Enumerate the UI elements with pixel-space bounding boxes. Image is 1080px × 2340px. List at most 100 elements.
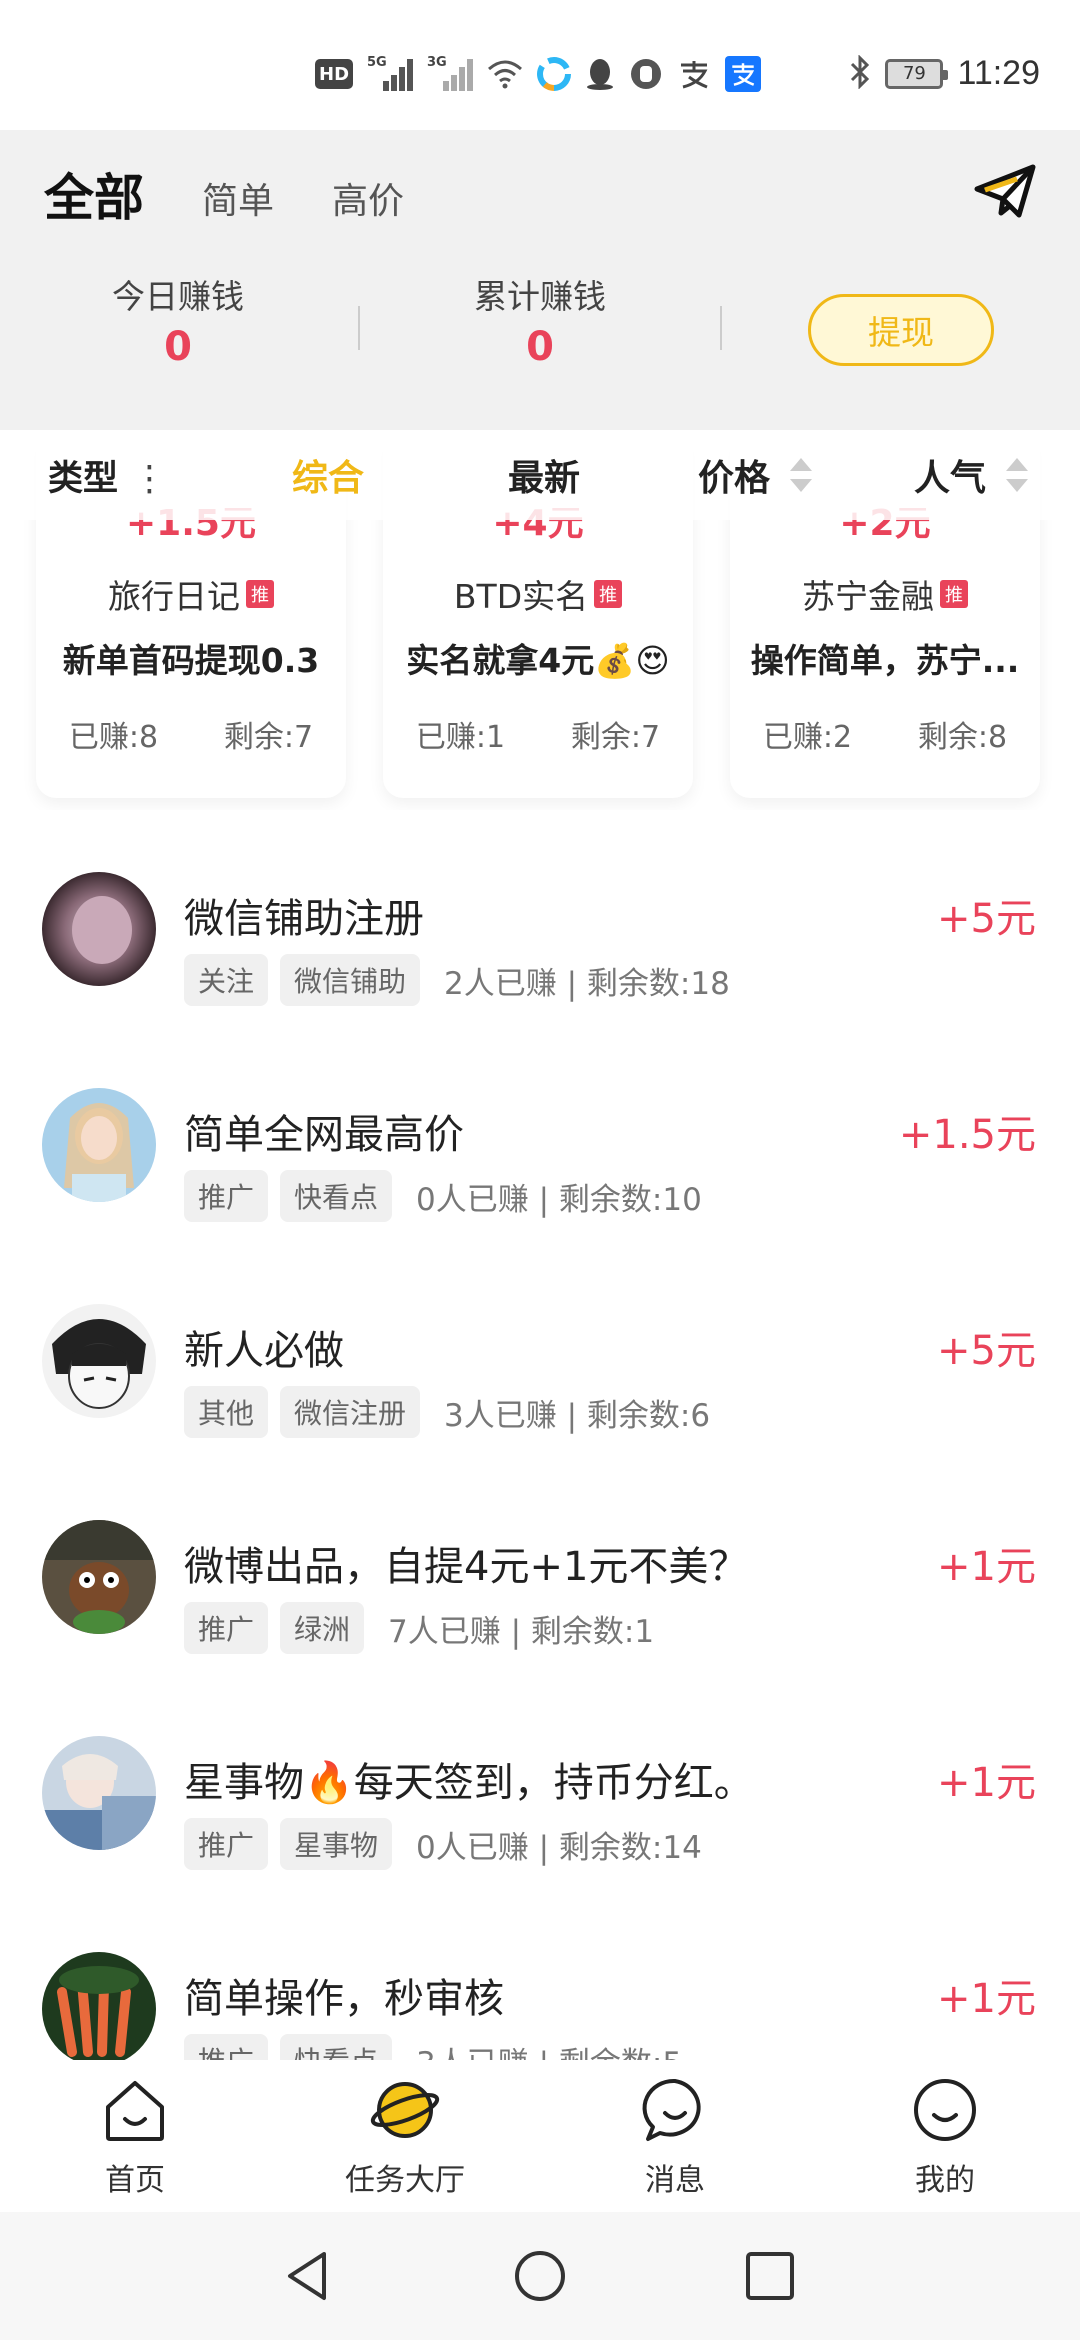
sort-arrows-icon bbox=[790, 456, 812, 494]
task-title: 星事物🔥每天签到，持币分红。 bbox=[184, 1760, 754, 1806]
task-stats: 3人已赚 | 剩余数:5 bbox=[416, 2038, 682, 2061]
sort-popularity[interactable]: 人气 bbox=[914, 449, 986, 501]
task-tag: 快看点 bbox=[280, 2034, 393, 2060]
task-item[interactable]: 简单全网最高价 +1.5元 推广 快看点 0人已赚 | 剩余数:10 bbox=[0, 1026, 1080, 1242]
alipay-text-icon bbox=[677, 57, 711, 91]
app-screen: HD 5G 3G 79 11:29 全部 简单 高价 今日赚钱 0 累计赚钱 0… bbox=[0, 0, 1080, 2340]
task-reward: +1元 bbox=[937, 1544, 1036, 1590]
paper-plane-icon bbox=[974, 164, 1036, 218]
task-item[interactable]: 微信铺助注册 +5元 关注 微信铺助 2人已赚 | 剩余数:18 bbox=[0, 810, 1080, 1026]
task-reward: +1元 bbox=[937, 1760, 1036, 1806]
qq-icon bbox=[585, 57, 615, 91]
nav-label: 消息 bbox=[645, 2163, 705, 2198]
total-earnings-label: 累计赚钱 bbox=[474, 277, 606, 316]
sort-arrows-icon bbox=[1006, 456, 1028, 494]
status-right: 79 11:29 bbox=[849, 53, 1040, 93]
task-meta: 推广 快看点 3人已赚 | 剩余数:5 bbox=[184, 2034, 682, 2060]
send-button[interactable] bbox=[970, 156, 1040, 226]
home-icon bbox=[106, 2081, 164, 2141]
battery-icon: 79 bbox=[885, 58, 949, 89]
task-item[interactable]: 新人必做 +5元 其他 微信注册 3人已赚 | 剩余数:6 bbox=[0, 1242, 1080, 1458]
task-meta: 推广 快看点 0人已赚 | 剩余数:10 bbox=[184, 1170, 702, 1222]
task-title: 微信铺助注册 bbox=[184, 896, 424, 942]
nav-profile[interactable]: 我的 bbox=[855, 2075, 1035, 2199]
profile-icon bbox=[914, 2079, 976, 2141]
total-earnings-value: 0 bbox=[526, 324, 554, 370]
nav-task-hall[interactable]: 任务大厅 bbox=[315, 2075, 495, 2199]
task-title: 新人必做 bbox=[184, 1328, 344, 1374]
app-notify-icon bbox=[537, 57, 572, 91]
recent-apps-icon[interactable] bbox=[742, 2248, 798, 2304]
task-list: 微信铺助注册 +5元 关注 微信铺助 2人已赚 | 剩余数:18 简单全网最高价… bbox=[0, 810, 1080, 2060]
bluetooth-icon bbox=[849, 53, 871, 93]
recommend-badge: 推 bbox=[594, 580, 623, 608]
sort-newest[interactable]: 最新 bbox=[508, 449, 580, 501]
card-stats: 已赚:1 剩余:7 bbox=[415, 720, 661, 755]
type-filter[interactable]: 类型 ⋮ bbox=[48, 450, 167, 501]
system-nav-bar bbox=[0, 2212, 1080, 2340]
tab-high-price[interactable]: 高价 bbox=[332, 172, 404, 224]
alipay-icon bbox=[725, 56, 762, 92]
task-stats: 2人已赚 | 剩余数:18 bbox=[444, 965, 730, 1002]
task-reward: +5元 bbox=[937, 1328, 1036, 1374]
signal-5g-icon: 5G bbox=[367, 55, 414, 91]
task-title: 简单全网最高价 bbox=[184, 1112, 464, 1158]
task-tag: 推广 bbox=[184, 1170, 269, 1222]
card-stats: 已赚:2 剩余:8 bbox=[762, 720, 1008, 755]
avatar bbox=[42, 1520, 156, 1634]
task-reward: +5元 bbox=[937, 896, 1036, 942]
sort-price[interactable]: 价格 bbox=[698, 449, 770, 501]
task-tag: 微信铺助 bbox=[280, 954, 421, 1006]
task-title: 微博出品，自提4元+1元不美？ bbox=[184, 1544, 749, 1590]
task-title: 简单操作，秒审核 bbox=[184, 1976, 504, 2022]
back-icon[interactable] bbox=[280, 2248, 336, 2304]
signal-3g-icon: 3G bbox=[427, 55, 474, 91]
category-tabs: 全部 简单 高价 bbox=[44, 158, 404, 230]
nav-label: 任务大厅 bbox=[345, 2163, 465, 2198]
task-item[interactable]: 简单操作，秒审核 +1元 推广 快看点 3人已赚 | 剩余数:5 bbox=[0, 1890, 1080, 2060]
withdraw-button[interactable]: 提现 bbox=[808, 294, 994, 366]
today-earnings-value: 0 bbox=[164, 324, 192, 370]
card-desc: 实名就拿4元💰😍 bbox=[406, 641, 670, 680]
nav-label: 首页 bbox=[105, 2163, 165, 2198]
tab-simple[interactable]: 简单 bbox=[202, 172, 274, 224]
avatar bbox=[42, 1088, 156, 1202]
status-bar: HD 5G 3G 79 11:29 bbox=[0, 0, 1080, 130]
task-tag: 快看点 bbox=[280, 1170, 393, 1222]
nav-messages[interactable]: 消息 bbox=[585, 2075, 765, 2199]
avatar bbox=[42, 872, 156, 986]
nav-label: 我的 bbox=[915, 2163, 975, 2198]
total-earnings: 累计赚钱 0 bbox=[410, 270, 670, 370]
message-icon bbox=[642, 2078, 701, 2141]
earnings-summary: 今日赚钱 0 累计赚钱 0 提现 bbox=[0, 270, 1080, 390]
today-earnings-label: 今日赚钱 bbox=[112, 277, 244, 316]
wifi-icon bbox=[487, 57, 523, 91]
avatar bbox=[42, 1736, 156, 1850]
divider bbox=[720, 306, 722, 350]
sort-overall[interactable]: 综合 bbox=[292, 449, 364, 501]
task-tag: 推广 bbox=[184, 1818, 269, 1870]
task-stats: 3人已赚 | 剩余数:6 bbox=[444, 1397, 711, 1434]
task-item[interactable]: 微博出品，自提4元+1元不美？ +1元 推广 绿洲 7人已赚 | 剩余数:1 bbox=[0, 1458, 1080, 1674]
task-item[interactable]: 星事物🔥每天签到，持币分红。 +1元 推广 星事物 0人已赚 | 剩余数:14 bbox=[0, 1674, 1080, 1890]
task-reward: +1元 bbox=[937, 1976, 1036, 2022]
task-meta: 其他 微信注册 3人已赚 | 剩余数:6 bbox=[184, 1386, 710, 1438]
task-tag: 微信注册 bbox=[280, 1386, 421, 1438]
task-reward: +1.5元 bbox=[898, 1112, 1036, 1158]
task-stats: 0人已赚 | 剩余数:14 bbox=[416, 1829, 702, 1866]
nav-home[interactable]: 首页 bbox=[45, 2075, 225, 2199]
bottom-nav: 首页 任务大厅 消息 我的 bbox=[0, 2062, 1080, 2212]
task-tag: 绿洲 bbox=[280, 1602, 365, 1654]
card-name: BTD实名推 bbox=[383, 570, 693, 618]
card-stats: 已赚:8 剩余:7 bbox=[68, 720, 314, 755]
recommend-badge: 推 bbox=[940, 580, 968, 608]
hand-badge-icon bbox=[629, 57, 663, 91]
task-tag: 其他 bbox=[184, 1386, 269, 1438]
home-circle-icon[interactable] bbox=[512, 2248, 568, 2304]
task-tag: 星事物 bbox=[280, 1818, 393, 1870]
task-meta: 推广 绿洲 7人已赚 | 剩余数:1 bbox=[184, 1602, 654, 1654]
card-desc: 操作简单，苏宁... bbox=[750, 641, 1020, 680]
task-meta: 关注 微信铺助 2人已赚 | 剩余数:18 bbox=[184, 954, 730, 1006]
tab-all[interactable]: 全部 bbox=[44, 158, 144, 230]
clock: 11:29 bbox=[957, 54, 1040, 92]
